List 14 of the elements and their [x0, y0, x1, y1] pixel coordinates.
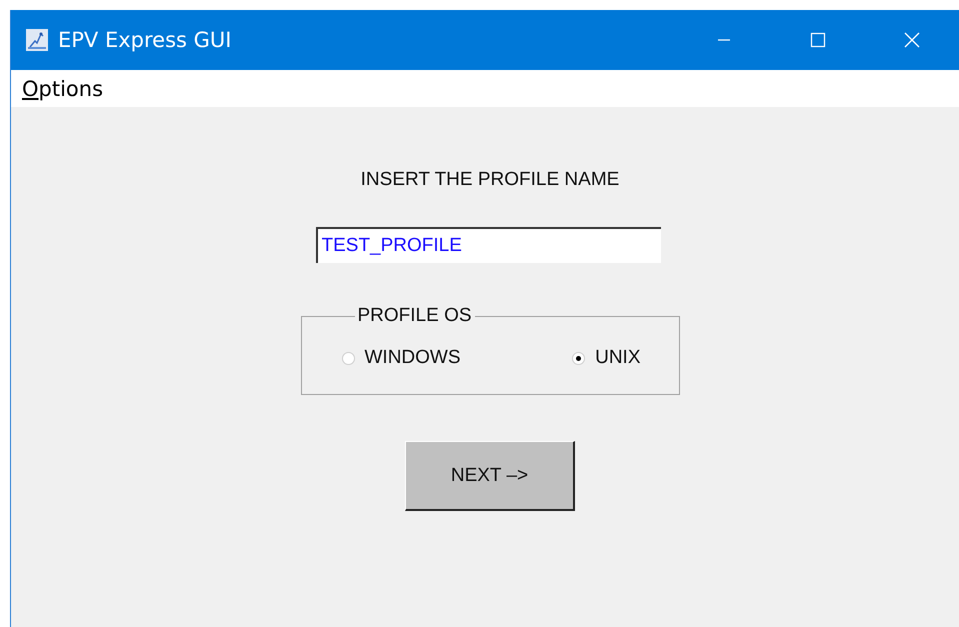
close-icon: [902, 30, 922, 50]
menu-item[interactable]: Options: [22, 76, 104, 100]
radio-option[interactable]: WINDOWS: [342, 347, 461, 369]
window-title: EPV Express GUI: [58, 28, 232, 52]
radio-button[interactable]: [572, 352, 586, 364]
minimize-icon: [718, 39, 730, 41]
prompt-label: INSERT THE PROFILE NAME: [360, 169, 620, 191]
profile-name-field[interactable]: TEST_PROFILE: [316, 227, 660, 263]
maximize-icon: [808, 30, 828, 50]
radio-button[interactable]: [342, 352, 354, 364]
radio-option[interactable]: UNIX: [572, 347, 640, 369]
app-icon: [26, 29, 48, 51]
next-button[interactable]: NEXT –>: [405, 441, 575, 511]
group-title: PROFILE OS: [356, 305, 473, 327]
